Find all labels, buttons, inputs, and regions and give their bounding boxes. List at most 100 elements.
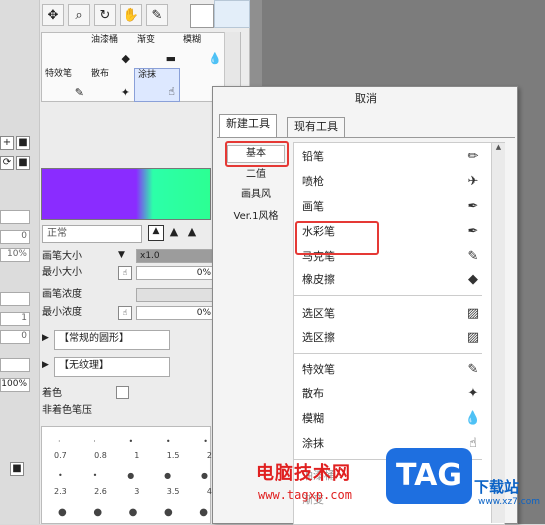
- marker-icon: ✎: [467, 249, 479, 264]
- non-color-pressure-label: 非着色笔压: [42, 405, 92, 416]
- subtool-paint-bucket[interactable]: 油漆桶 ◆: [88, 34, 134, 68]
- left-field-4[interactable]: [0, 292, 30, 306]
- watermark-download: 下载站: [474, 478, 520, 496]
- list-item[interactable]: 特效笔 ✎: [302, 359, 482, 381]
- tip-shape-icon[interactable]: ▲: [184, 225, 200, 241]
- secondary-swatch[interactable]: [214, 0, 250, 28]
- color-checkbox[interactable]: [116, 386, 129, 399]
- size-labels-row: 0.7 0.8 1 1.5 2: [54, 451, 212, 460]
- brush-density-label: 画笔浓度: [42, 289, 82, 300]
- brush-size-slider[interactable]: x1.0: [136, 249, 214, 263]
- min-size-field[interactable]: 0%: [136, 266, 214, 280]
- list-item[interactable]: 选区擦 ▨: [302, 327, 482, 349]
- hand-icon[interactable]: ✋: [120, 4, 142, 26]
- expand-icon[interactable]: ▶: [42, 333, 49, 343]
- subtool-grid: 油漆桶 ◆ 渐变 ▬ 模糊 💧 特效笔 ✎ 散布 ✦ 涂抹 ☝: [41, 32, 241, 102]
- chevron-down-icon[interactable]: ▼: [118, 250, 125, 260]
- pressure-icon[interactable]: ☝: [118, 266, 132, 280]
- size-dots-row: · · • • •: [58, 437, 208, 446]
- scroll-up-icon[interactable]: ▲: [492, 143, 505, 151]
- left-field-8[interactable]: 100%: [0, 378, 30, 392]
- expand-icon[interactable]: ▶: [42, 360, 49, 370]
- tool-toolbar: ✥ ⌕ ↻ ✋ ✎: [42, 4, 168, 28]
- drop-icon: 💧: [208, 52, 222, 65]
- left-field-6[interactable]: 0: [0, 330, 30, 344]
- selection-eraser-icon: ▨: [466, 330, 480, 345]
- left-field-1[interactable]: [0, 210, 30, 224]
- list-item[interactable]: 喷枪 ✈: [302, 171, 482, 193]
- subtool-scatter[interactable]: 散布 ✦: [88, 68, 134, 102]
- tab-divider: [217, 137, 515, 138]
- tip-shape-icon[interactable]: ▲: [166, 225, 182, 241]
- left-field-2[interactable]: 0: [0, 230, 30, 244]
- category-binary[interactable]: 二值: [227, 167, 285, 185]
- density-slider[interactable]: [136, 288, 214, 302]
- subtool-smudge[interactable]: 涂抹 ☝: [134, 68, 180, 102]
- scatter-icon: ✦: [120, 86, 130, 99]
- texture-select[interactable]: 【无纹理】: [54, 357, 170, 377]
- blend-mode-select[interactable]: 正常: [42, 225, 142, 243]
- refresh-icon[interactable]: ⟳: [0, 156, 14, 170]
- color-label: 着色: [42, 388, 62, 399]
- smudge-icon: ☝: [168, 85, 175, 98]
- left-strip: [0, 0, 40, 524]
- list-item[interactable]: 散布 ✦: [302, 383, 482, 405]
- color-preview: [41, 168, 211, 220]
- left-field-7[interactable]: [0, 358, 30, 372]
- move-icon[interactable]: ✥: [42, 4, 64, 26]
- watermark-url: www.tagxp.com: [258, 488, 352, 502]
- gradient-icon: ▬: [165, 52, 176, 65]
- eyedropper-icon[interactable]: ✎: [146, 4, 168, 26]
- tab-existing-tool[interactable]: 现有工具: [287, 117, 345, 137]
- left-field-5[interactable]: 1: [0, 312, 30, 326]
- watermark-download-url: www.xz7.com: [478, 497, 540, 507]
- size-labels-row: 2.3 2.6 3 3.5 4: [54, 487, 212, 496]
- eraser-icon: ◆: [468, 272, 478, 287]
- effect-pen-icon: ✎: [74, 86, 84, 99]
- subtool-gradient[interactable]: 渐变 ▬: [134, 34, 180, 68]
- left-field-3[interactable]: 10%: [0, 248, 30, 262]
- watercolor-icon: ✒: [467, 224, 479, 239]
- pencil-icon: ✏: [467, 149, 479, 164]
- list-item[interactable]: 橡皮擦 ◆: [302, 269, 482, 291]
- layer-square-icon[interactable]: ■: [10, 462, 24, 476]
- watermark-logo: TAG: [386, 448, 472, 504]
- brush-tip-shapes: ▲ ▲ ▲: [148, 225, 214, 243]
- effect-pen-icon: ✎: [467, 362, 479, 377]
- list-item[interactable]: 铅笔 ✏: [302, 146, 482, 168]
- brush-size-label: 画笔大小: [42, 251, 82, 262]
- min-density-field[interactable]: 0%: [136, 306, 214, 320]
- tip-shape-icon[interactable]: ▲: [148, 225, 164, 241]
- selection-pen-icon: ▨: [466, 306, 480, 321]
- category-ver1[interactable]: Ver.1风格: [225, 209, 287, 227]
- size-dots-row: • • ● ● ●: [58, 471, 208, 480]
- stop-icon[interactable]: ■: [16, 156, 30, 170]
- tab-new-tool[interactable]: 新建工具: [219, 114, 277, 137]
- cancel-button[interactable]: 取消: [213, 90, 519, 106]
- rotate-icon[interactable]: ↻: [94, 4, 116, 26]
- subtool-effect-pen[interactable]: 特效笔 ✎: [42, 68, 88, 102]
- square-icon[interactable]: ■: [16, 136, 30, 150]
- drop-icon: 💧: [464, 411, 482, 426]
- list-scrollbar[interactable]: ▲: [491, 143, 505, 523]
- color-swatch[interactable]: [190, 4, 214, 28]
- highlight-box: [225, 141, 289, 167]
- zoom-icon[interactable]: ⌕: [68, 4, 90, 26]
- min-size-label: 最小大小: [42, 267, 82, 278]
- watermark-site-name: 电脑技术网: [256, 463, 351, 484]
- size-dots-row: ● ● ● ● ●: [58, 507, 208, 518]
- add-icon[interactable]: +: [0, 136, 14, 150]
- list-item[interactable]: 画笔 ✒: [302, 196, 482, 218]
- min-density-label: 最小浓度: [42, 307, 82, 318]
- list-item[interactable]: 选区笔 ▨: [302, 303, 482, 325]
- pressure-icon[interactable]: ☝: [118, 306, 132, 320]
- divider: [294, 353, 482, 354]
- brush-shape-select[interactable]: 【常规的圆形】: [54, 330, 170, 350]
- scatter-icon: ✦: [467, 386, 479, 401]
- subtool-blur[interactable]: 模糊 💧: [180, 34, 226, 68]
- airbrush-icon: ✈: [467, 174, 479, 189]
- list-item[interactable]: 模糊 💧: [302, 408, 482, 430]
- brush-size-grid: · · • • • 0.7 0.8 1 1.5 2 • • ● ● ● 2.3 2.6 3 3.5 4 ● ● ● ●…: [41, 426, 212, 524]
- category-painting[interactable]: 画具风: [227, 187, 285, 205]
- brush-icon: ✒: [467, 199, 479, 214]
